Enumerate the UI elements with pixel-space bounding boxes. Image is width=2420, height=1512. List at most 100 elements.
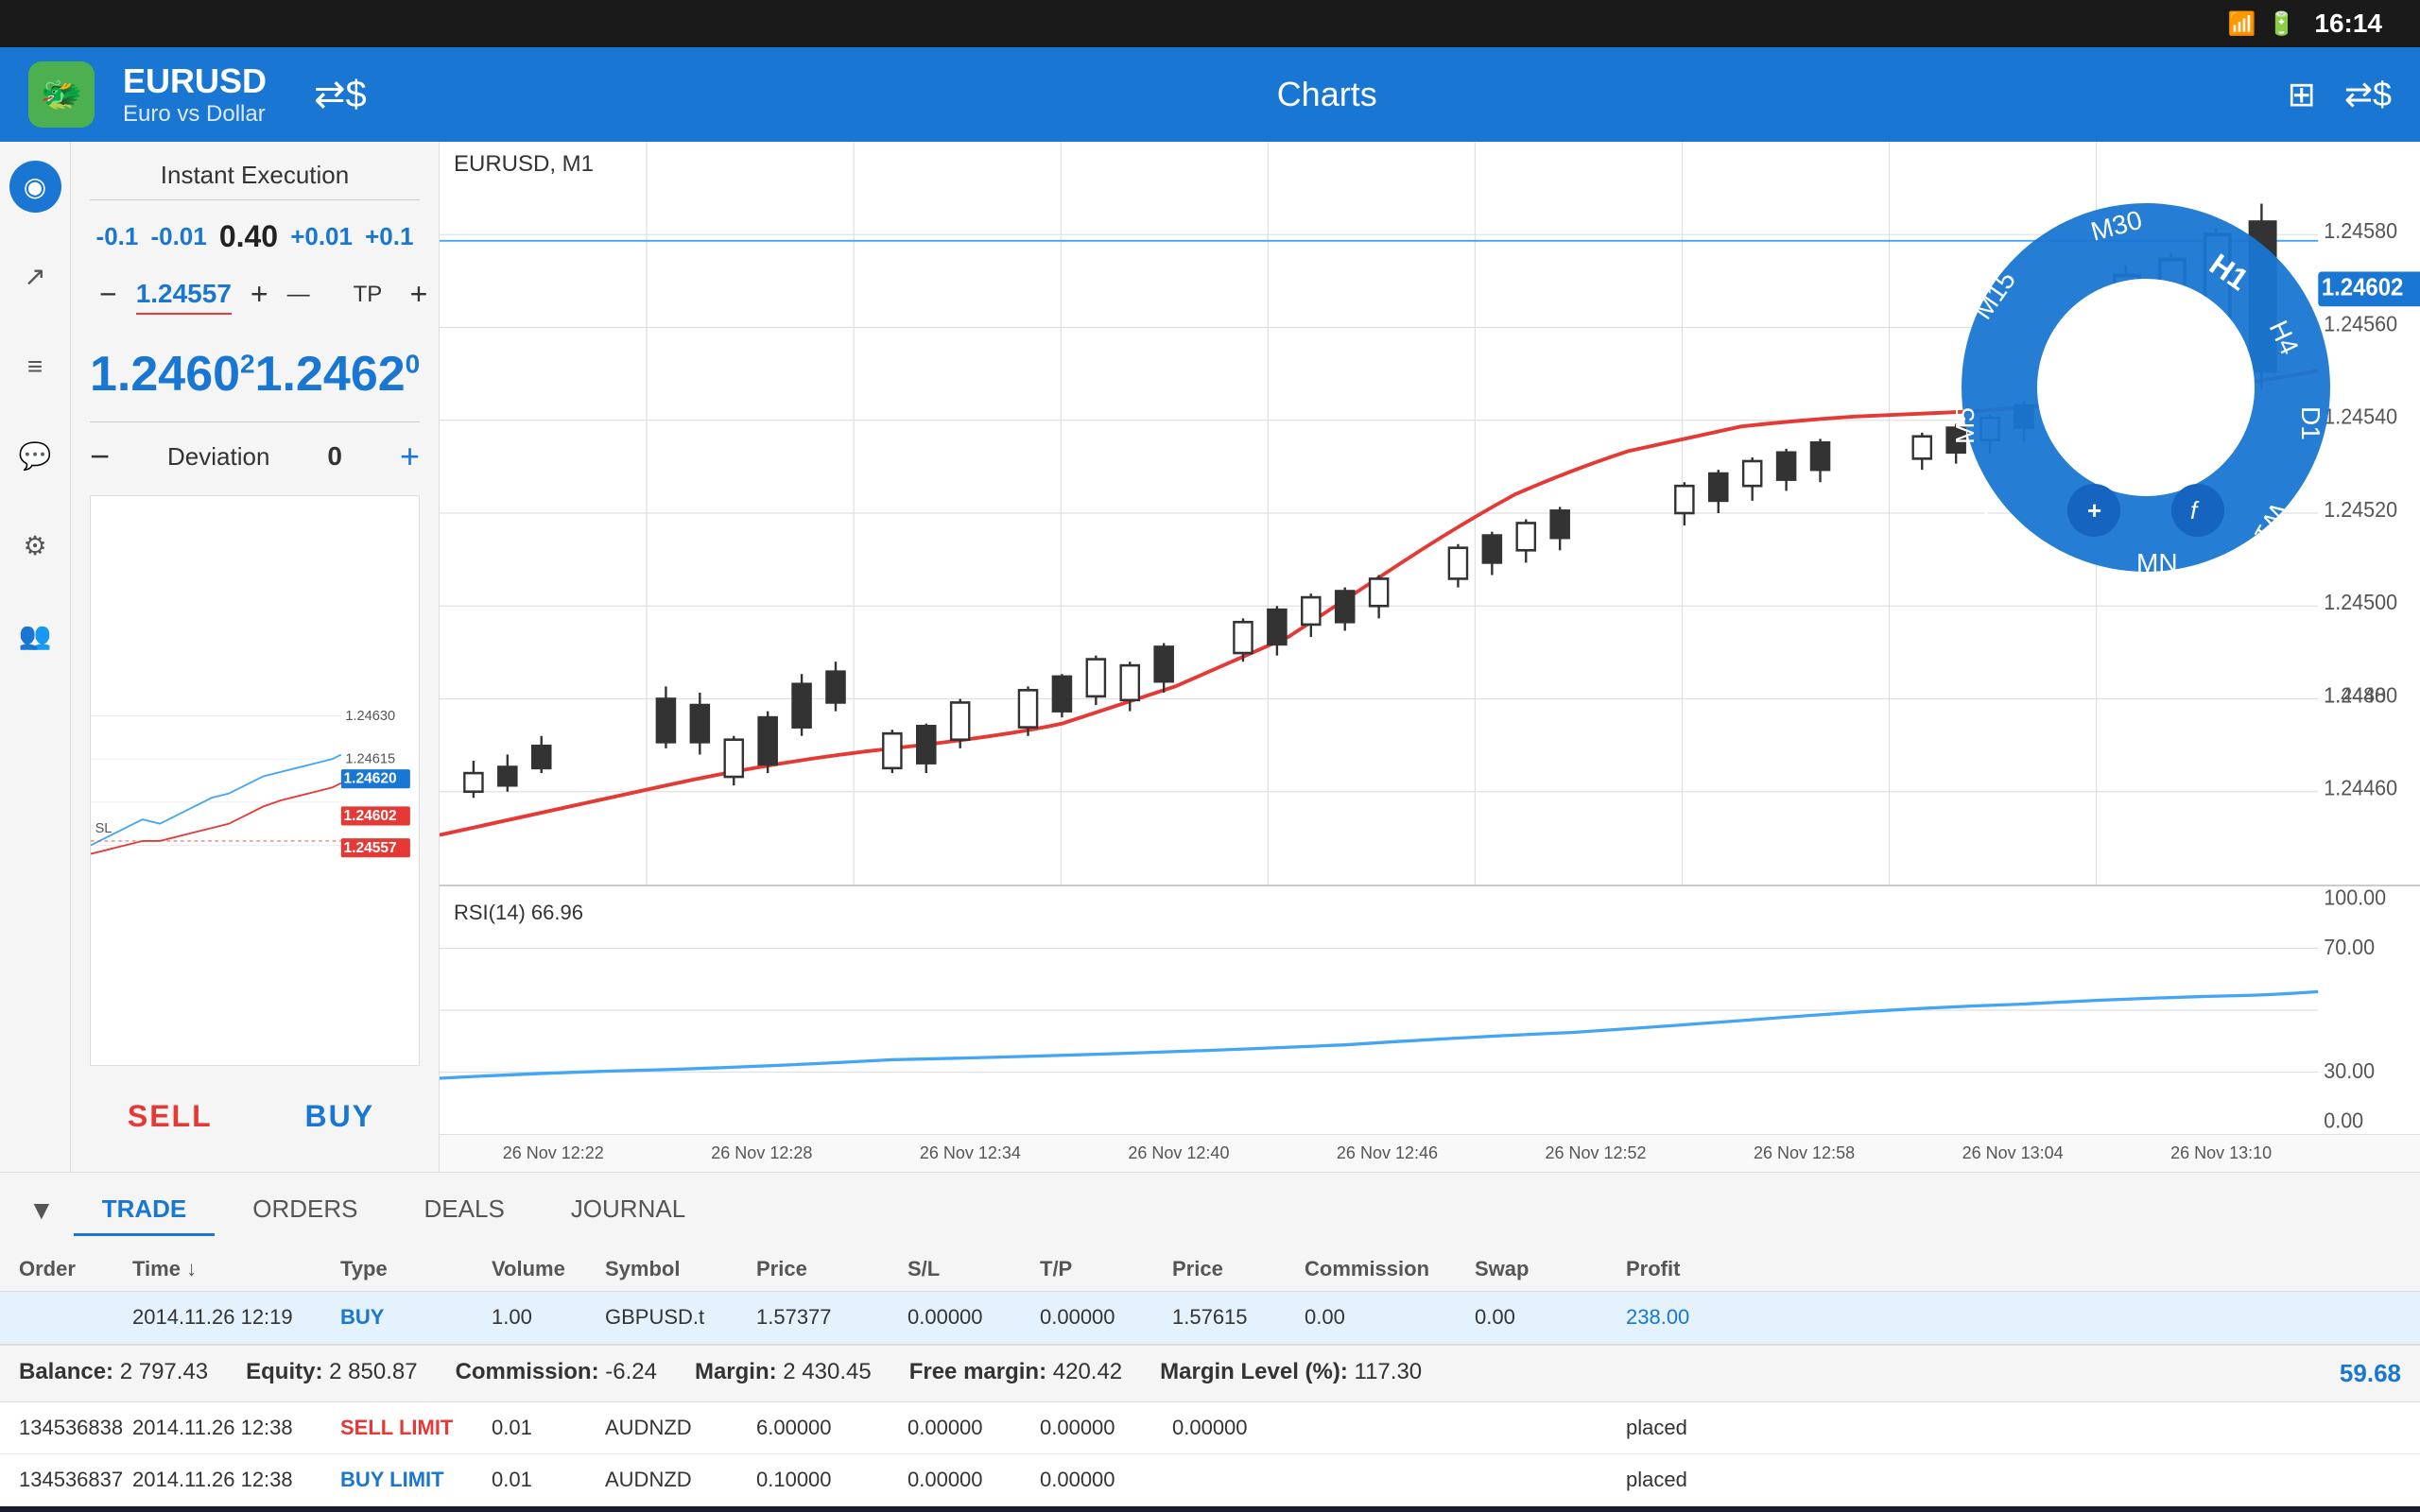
free-margin-value: 420.42: [1053, 1359, 1122, 1384]
svg-text:100.00: 100.00: [2324, 886, 2386, 910]
header-description: Euro vs Dollar: [123, 101, 267, 128]
sidebar-icons: ◉ ↗ ≡ 💬 ⚙ 👥: [0, 142, 71, 1172]
td-tp-r1: 0.00000: [1040, 1468, 1172, 1492]
equity-value: 2 850.87: [329, 1359, 417, 1384]
td-order-r1: 134536837: [19, 1468, 132, 1492]
sidebar-icon-trend[interactable]: ↗: [9, 250, 61, 302]
header-center: Charts: [395, 75, 2259, 114]
table-row-order-0: 134536838 2014.11.26 12:38 SELL LIMIT 0.…: [0, 1402, 2420, 1454]
time-label-5: 26 Nov 12:52: [1545, 1143, 1646, 1163]
svg-text:M5: M5: [1950, 407, 1979, 444]
header-add-icon[interactable]: ⊞: [2288, 75, 2316, 114]
rsi-label: RSI(14) 66.96: [454, 901, 583, 925]
vol-minus-001[interactable]: -0.01: [150, 222, 206, 251]
header-switch-icon[interactable]: ⇄$: [2344, 75, 2392, 114]
status-icons: 📶 🔋: [2228, 10, 2296, 38]
sl-label: —: [287, 282, 344, 308]
vol-minus-01[interactable]: -0.1: [96, 222, 139, 251]
sl-value[interactable]: 1.24557: [136, 275, 232, 315]
time-label-3: 26 Nov 12:40: [1128, 1143, 1229, 1163]
summary-balance: Balance: 2 797.43: [19, 1359, 208, 1388]
td-profit-r1: placed: [1626, 1468, 1777, 1492]
summary-row: Balance: 2 797.43 Equity: 2 850.87 Commi…: [0, 1344, 2420, 1402]
header-charts-label: Charts: [1277, 75, 1377, 114]
td-price2-0: 1.57615: [1172, 1305, 1305, 1330]
sidebar-icon-chart[interactable]: ◉: [9, 161, 61, 213]
bottom-tabs: ▼ TRADE ORDERS DEALS JOURNAL: [0, 1172, 2420, 1247]
svg-text:30.00: 30.00: [2324, 1058, 2375, 1083]
summary-equity: Equity: 2 850.87: [246, 1359, 417, 1388]
timeframe-wheel[interactable]: H1 M30 H4 M15 D1 M5 W1 M1 MN +: [1947, 189, 2344, 586]
col-commission: Commission: [1305, 1257, 1475, 1281]
svg-text:1.24620: 1.24620: [344, 771, 397, 787]
time-axis: 26 Nov 12:22 26 Nov 12:28 26 Nov 12:34 2…: [440, 1134, 2420, 1172]
td-symbol-r1: AUDNZD: [605, 1468, 756, 1492]
ask-price: 1.24620: [255, 346, 421, 403]
time-labels: 26 Nov 12:22 26 Nov 12:28 26 Nov 12:34 2…: [449, 1143, 2325, 1163]
sl-plus-btn[interactable]: +: [241, 273, 278, 316]
vol-plus-01[interactable]: +0.1: [365, 222, 413, 251]
vol-plus-001[interactable]: +0.01: [290, 222, 353, 251]
panel-title: Instant Execution: [90, 161, 420, 200]
tab-arrow[interactable]: ▼: [19, 1186, 64, 1235]
td-sl-0: 0.00000: [908, 1305, 1040, 1330]
td-tp-r0: 0.00000: [1040, 1416, 1172, 1440]
tab-deals[interactable]: DEALS: [396, 1185, 533, 1236]
td-profit-0: 238.00: [1626, 1305, 1777, 1330]
td-symbol-r0: AUDNZD: [605, 1416, 756, 1440]
header-trade-icon[interactable]: ⇄$: [314, 73, 367, 116]
ask-main: 1.2462: [255, 347, 406, 402]
col-volume: Volume: [492, 1257, 605, 1281]
time-label-6: 26 Nov 12:58: [1754, 1143, 1855, 1163]
deviation-plus[interactable]: +: [400, 437, 420, 476]
tab-journal[interactable]: JOURNAL: [543, 1185, 714, 1236]
td-profit-r0: placed: [1626, 1416, 1777, 1440]
bid-sup: 2: [240, 350, 255, 379]
sell-buy-row: SELL BUY: [90, 1080, 420, 1153]
bottom-table: Order Time ↓ Type Volume Symbol Price S/…: [0, 1247, 2420, 1506]
sidebar-icon-settings[interactable]: ⚙: [9, 520, 61, 572]
summary-margin-level: Margin Level (%): 117.30: [1160, 1359, 1422, 1388]
vol-current: 0.40: [219, 219, 278, 254]
left-panel: Instant Execution -0.1 -0.01 0.40 +0.01 …: [71, 142, 440, 1172]
td-type-r0: SELL LIMIT: [340, 1416, 492, 1440]
balance-value: 2 797.43: [120, 1359, 208, 1384]
tab-trade[interactable]: TRADE: [74, 1185, 216, 1236]
summary-free-margin: Free margin: 420.42: [909, 1359, 1122, 1388]
td-swap-0: 0.00: [1475, 1305, 1626, 1330]
col-symbol: Symbol: [605, 1257, 756, 1281]
tab-orders[interactable]: ORDERS: [224, 1185, 386, 1236]
buy-button[interactable]: BUY: [260, 1080, 421, 1153]
svg-text:+: +: [2087, 496, 2101, 524]
table-row: 2014.11.26 12:19 BUY 1.00 GBPUSD.t 1.573…: [0, 1292, 2420, 1344]
td-type-r1: BUY LIMIT: [340, 1468, 492, 1492]
time-label-7: 26 Nov 13:04: [1962, 1143, 2064, 1163]
sidebar-icon-chat[interactable]: 💬: [9, 430, 61, 482]
deviation-minus[interactable]: −: [90, 437, 110, 476]
col-type: Type: [340, 1257, 492, 1281]
col-time[interactable]: Time ↓: [132, 1257, 340, 1281]
app-logo: 🐲: [28, 61, 95, 128]
td-volume-r0: 0.01: [492, 1416, 605, 1440]
tp-plus-btn[interactable]: +: [401, 273, 438, 316]
chart-area: EURUSD, M1: [440, 142, 2420, 1172]
col-price2: Price: [1172, 1257, 1305, 1281]
td-price1-r1: 0.10000: [756, 1468, 908, 1492]
summary-margin: Margin: 2 430.45: [695, 1359, 872, 1388]
svg-text:D1: D1: [2296, 406, 2325, 440]
sl-minus-btn[interactable]: −: [90, 273, 127, 316]
sidebar-icon-list[interactable]: ≡: [9, 340, 61, 392]
volume-adjusters: -0.1 -0.01 0.40 +0.01 +0.1: [90, 219, 420, 254]
sidebar-icon-users[interactable]: 👥: [9, 610, 61, 662]
svg-text:SL: SL: [95, 821, 112, 836]
svg-text:0.00: 0.00: [2324, 1108, 2363, 1133]
td-tp-0: 0.00000: [1040, 1305, 1172, 1330]
sell-button[interactable]: SELL: [90, 1080, 251, 1153]
col-sl: S/L: [908, 1257, 1040, 1281]
time-label-0: 26 Nov 12:22: [503, 1143, 604, 1163]
col-profit: Profit: [1626, 1257, 1777, 1281]
top-header: 🐲 EURUSD Euro vs Dollar ⇄$ Charts ⊞ ⇄$: [0, 47, 2420, 142]
bid-price: 1.24602: [90, 346, 255, 403]
svg-text:1.4480: 1.4480: [2324, 683, 2386, 708]
header-symbol-info: EURUSD Euro vs Dollar: [123, 61, 267, 128]
